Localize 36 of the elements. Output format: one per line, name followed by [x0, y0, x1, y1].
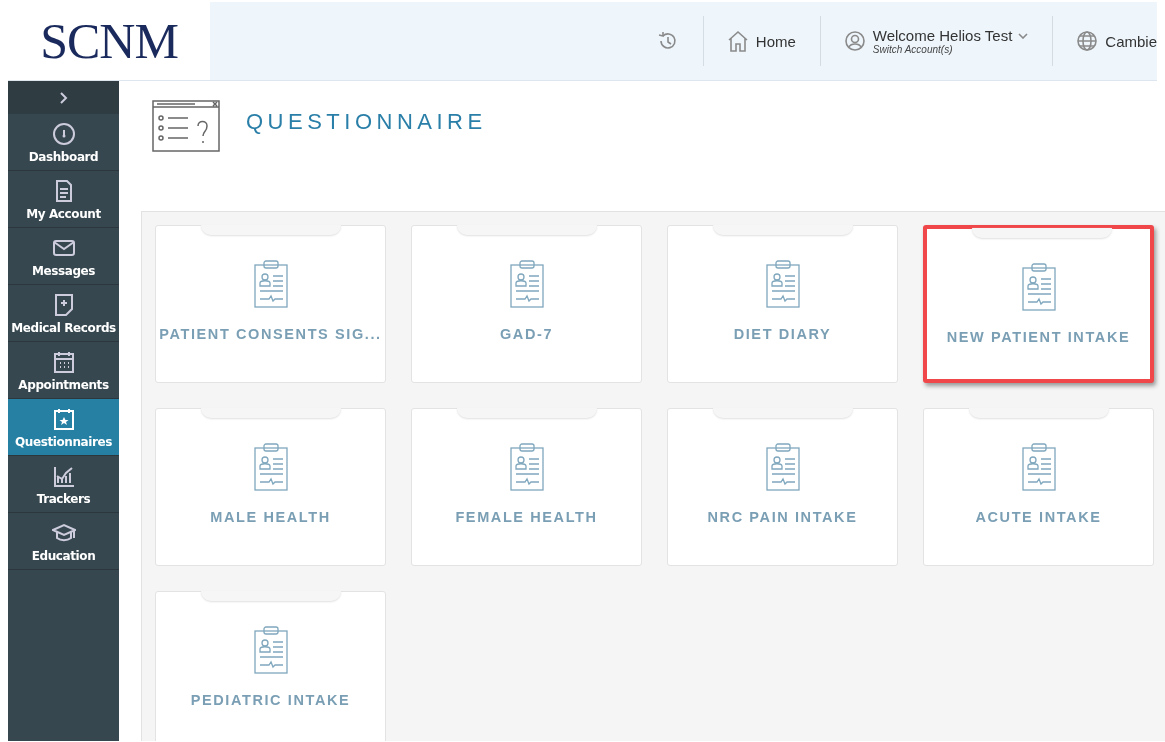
card-title: PEDIATRIC INTAKE — [190, 692, 351, 708]
expand-chevron-icon[interactable] — [59, 91, 68, 104]
clipboard-icon — [508, 443, 545, 491]
clipboard-icon — [508, 260, 545, 308]
chart-icon — [51, 464, 76, 488]
card-title: PATIENT CONSENTS SIG... — [159, 326, 382, 342]
page-title: QUESTIONNAIRE — [246, 109, 487, 135]
home-link[interactable]: Home — [755, 32, 796, 50]
location-menu[interactable]: Cambie — [1105, 32, 1157, 50]
clipboard-icon — [252, 626, 289, 674]
clipboard-icon — [764, 260, 801, 308]
gauge-icon — [51, 122, 76, 146]
clipboard-icon — [1020, 443, 1057, 491]
star-calendar-icon — [51, 407, 76, 431]
clipboard-icon — [252, 260, 289, 308]
card-title: DIET DIARY — [733, 326, 832, 342]
switch-account-link[interactable]: Switch Account(s) — [872, 44, 1029, 55]
sidebar-item[interactable]: Trackers — [8, 456, 119, 513]
clipboard-icon — [252, 443, 289, 491]
card-title: NRC PAIN INTAKE — [707, 509, 858, 525]
card-title: NEW PATIENT INTAKE — [946, 329, 1131, 345]
sidebar-item[interactable]: Medical Records — [8, 285, 119, 342]
card-title: ACUTE INTAKE — [975, 509, 1102, 525]
clipboard-icon — [1020, 263, 1057, 311]
calendar-icon — [51, 350, 76, 374]
clipboard-icon — [764, 443, 801, 491]
logo[interactable]: SCNM — [8, 2, 210, 80]
card-title: FEMALE HEALTH — [455, 509, 598, 525]
sidebar-item[interactable]: Questionnaires — [8, 399, 119, 456]
sidebar-item[interactable]: My Account — [8, 171, 119, 228]
welcome-user-menu[interactable]: Welcome Helios Test — [872, 27, 1013, 44]
card-title: GAD-7 — [499, 326, 554, 342]
sidebar-item[interactable]: Education — [8, 513, 119, 570]
card-title: MALE HEALTH — [210, 509, 331, 525]
sidebar-item[interactable]: Messages — [8, 228, 119, 285]
sidebar-item[interactable]: Dashboard — [8, 114, 119, 171]
